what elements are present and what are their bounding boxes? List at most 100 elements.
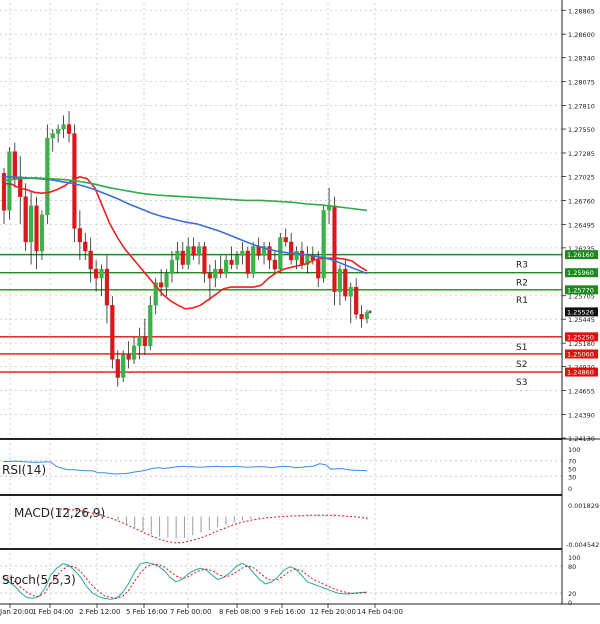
candle-body [66,124,72,134]
candle-body [196,246,202,256]
candle-body [126,354,131,360]
candle-body [131,345,137,360]
stoch-tick-label: 100 [568,554,580,562]
price-tick-label: 1.24130 [568,435,595,443]
candle-body [77,228,82,243]
macd-tick-label: 0.001829 [568,502,599,510]
candle-body [94,268,99,279]
candle-body [104,268,110,306]
level-price-tag-label: 1.24860 [567,369,594,377]
candle-body [159,282,164,288]
candle-body [169,259,175,274]
time-tick-label: 1 Feb 04:00 [32,608,73,616]
candle-body [28,205,34,243]
time-tick-label: 8 Feb 08:00 [219,608,260,616]
current-price-tag-label: 1.25526 [567,308,594,316]
candle-body [148,305,153,347]
candle-body [164,273,169,288]
candle-body [23,196,28,243]
price-tick-label: 1.27025 [568,173,595,181]
candle-body [234,255,240,265]
candle-body [83,241,88,252]
level-price-tag-label: 1.25060 [567,350,594,358]
price-tick-label: 1.25180 [568,340,595,348]
price-tick-label: 1.25445 [568,316,595,324]
candle-body [1,173,7,211]
stoch-tick-label: 0 [568,599,572,607]
time-tick-label: 2 Feb 12:00 [79,608,120,616]
candle-body [175,250,180,261]
time-tick-label: Jan 20:00 [0,608,33,616]
candle-body [34,205,39,252]
candle-body [240,250,245,256]
candle-body [191,246,196,256]
candle-body [283,237,288,243]
level-label-s2: S2 [516,360,527,370]
candle-body [294,250,299,261]
level-price-tag-label: 1.26160 [567,251,594,259]
price-tick-label: 1.27285 [568,150,595,158]
candle-body [343,268,348,297]
candle-body [180,250,185,265]
price-tick-label: 1.28075 [568,79,595,87]
macd-tick-label: -0.004542 [566,541,599,549]
current-price-dot [368,310,372,314]
level-label-s1: S1 [516,343,527,353]
candle-body [88,250,93,270]
rsi-title: RSI(14) [2,463,46,477]
candle-body [45,137,50,216]
level-price-tag-label: 1.25770 [567,286,594,294]
price-tick-label: 1.26760 [568,197,595,205]
price-tick-label: 1.27550 [568,126,595,134]
price-tick-label: 1.24655 [568,388,595,396]
price-tick-label: 1.28600 [568,31,595,39]
price-tick-label: 1.28865 [568,7,595,15]
level-label-r3: R3 [516,261,528,271]
candle-body [115,359,120,378]
candle-body [99,268,104,279]
level-label-s3: S3 [516,378,527,388]
candle-body [56,128,61,134]
price-tick-label: 1.27810 [568,103,595,111]
candle-body [12,151,17,179]
candle-body [316,259,321,279]
candle-body [137,336,142,347]
candle-body [213,268,218,279]
candle-body [229,259,234,265]
level-label-r1: R1 [516,296,528,306]
price-tick-label: 1.24390 [568,412,595,420]
rsi-tick-label: 100 [568,446,580,454]
time-tick-label: 7 Feb 00:00 [170,608,211,616]
level-price-tag-label: 1.25960 [567,269,594,277]
candle-body [61,124,66,130]
stoch-title: Stoch(5,5,3) [2,573,76,587]
candle-body [142,336,147,347]
time-tick-label: 5 Feb 16:00 [126,608,167,616]
candle-body [50,133,55,139]
candle-body [359,314,364,319]
candle-body [121,354,126,378]
candle-body [332,205,337,292]
candle-body [256,246,261,256]
candle-body [110,305,115,360]
time-tick-label: 12 Feb 20:00 [310,608,356,616]
candle-body [354,286,359,315]
candle-body [337,268,343,292]
rsi-tick-label: 50 [568,466,576,474]
candle-body [7,151,12,211]
macd-title: MACD(12,26,9) [14,506,105,520]
candle-body [218,268,223,274]
candle-body [348,286,353,297]
stoch-tick-label: 80 [568,563,576,571]
chart-canvas: R3 R2 R1 S1 S2 S3 RSI(14) MACD(12,26,9) Stoch… [0,0,600,620]
level-label-r2: R2 [516,279,528,289]
price-tick-label: 1.28340 [568,55,595,63]
time-tick-label: 14 Feb 04:00 [357,608,403,616]
price-tick-label: 1.26495 [568,221,595,229]
candle-body [224,259,229,274]
candle-body [278,237,283,270]
candle-body [272,259,277,270]
candle-body [186,246,191,265]
candle-body [251,246,256,274]
candle-body [299,250,305,265]
